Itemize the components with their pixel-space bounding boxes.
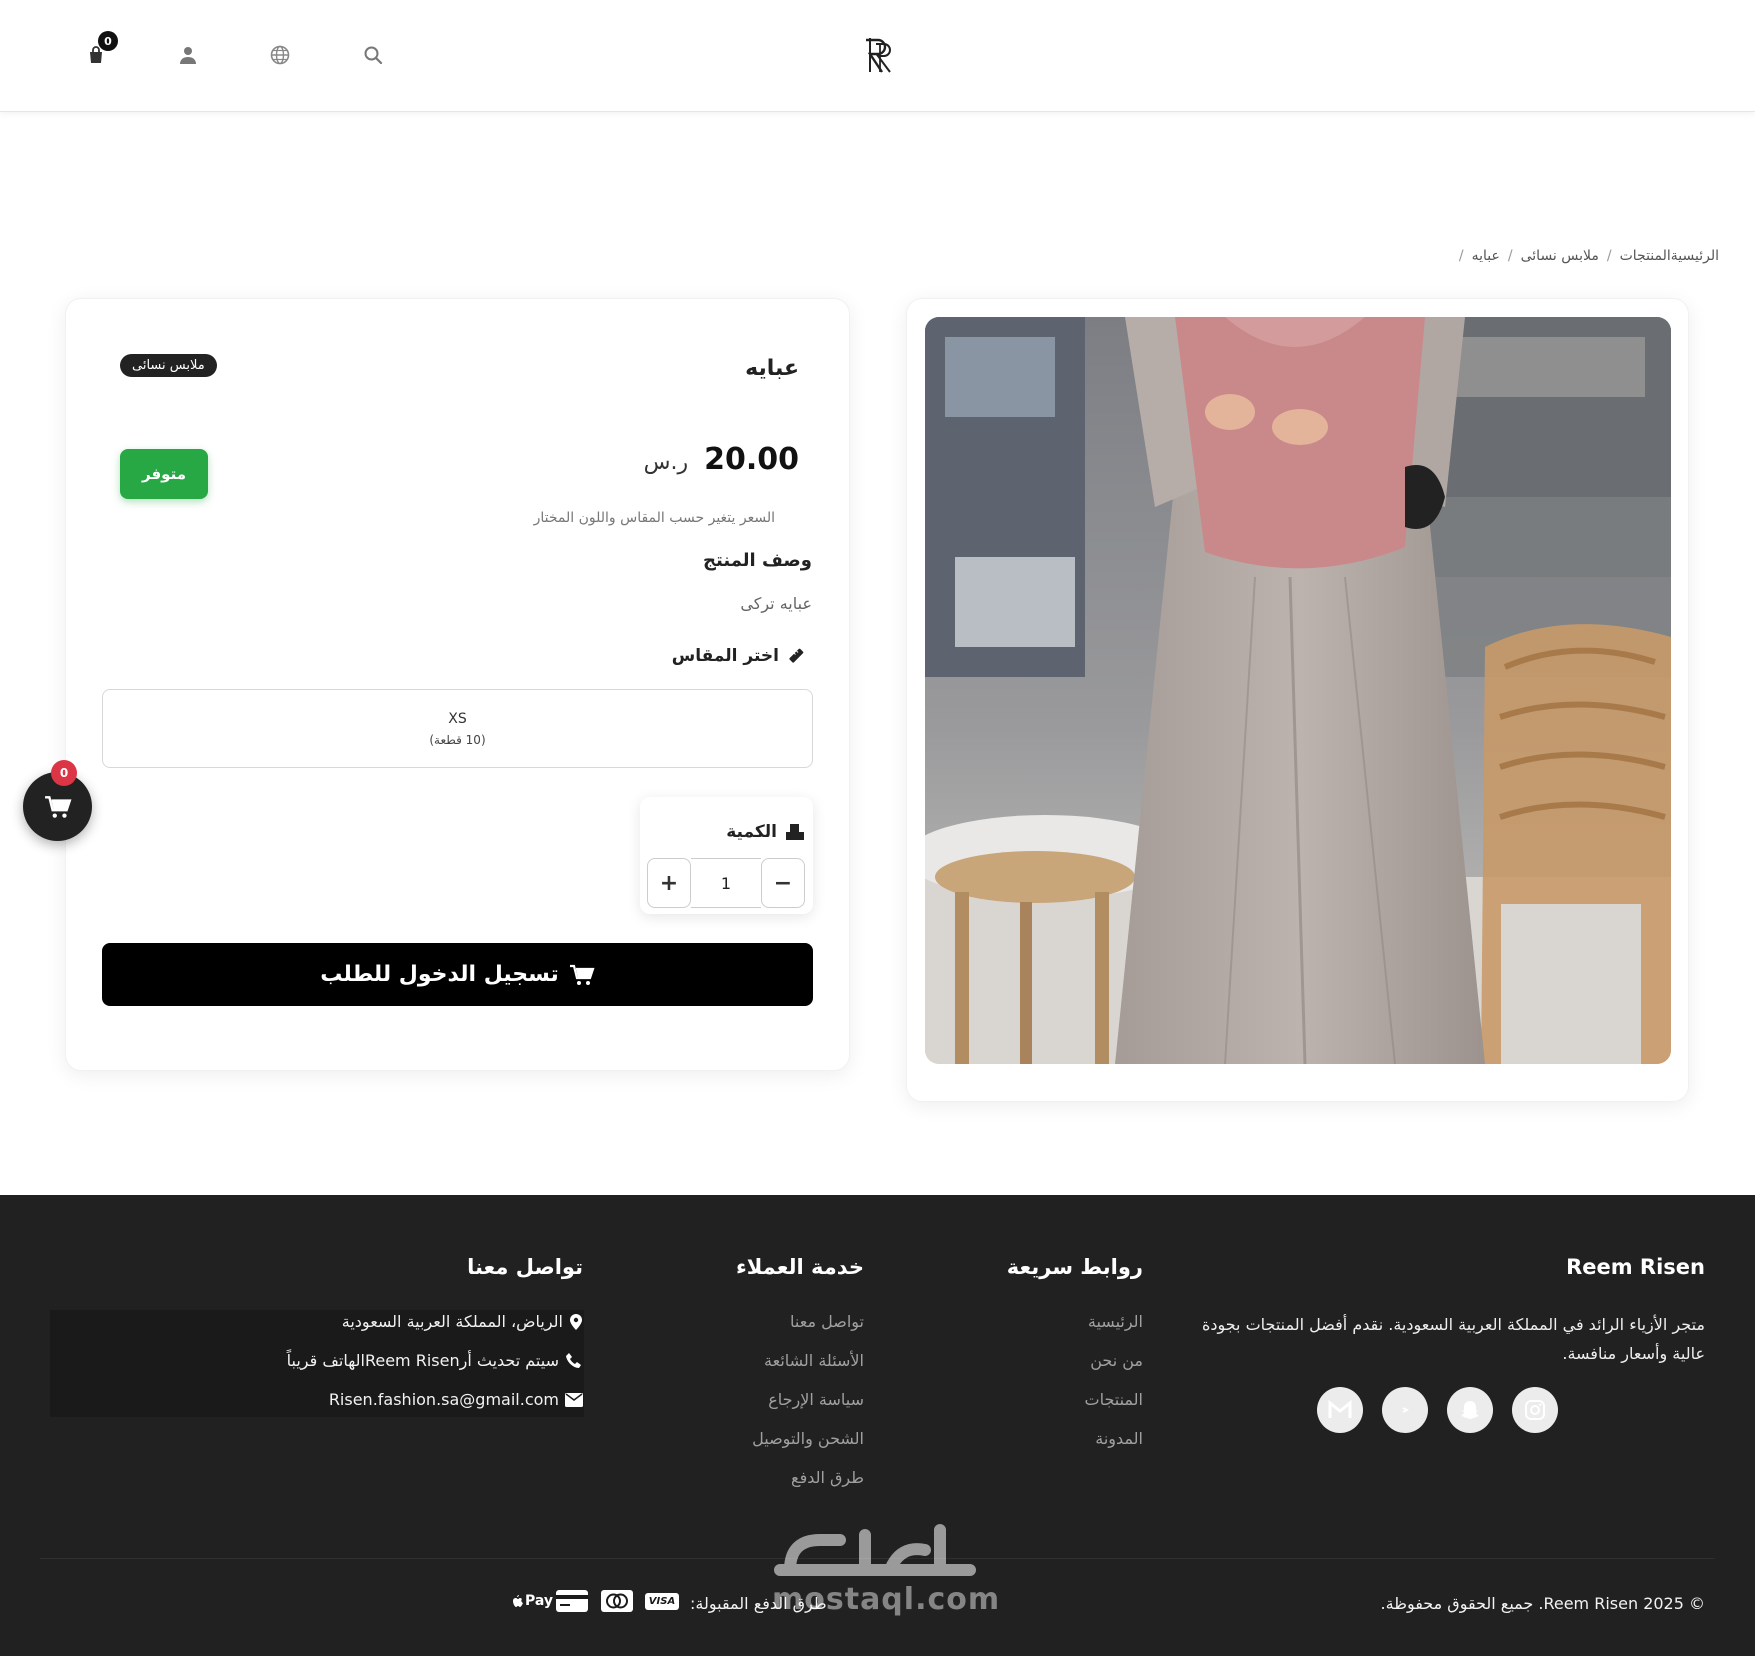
product-title: عبايه	[745, 356, 799, 381]
visa-label: VISA	[644, 1592, 680, 1610]
description-heading: وصف المنتج	[703, 550, 812, 571]
quantity-label: الكمية	[726, 822, 777, 842]
size-heading-label: اختر المقاس	[671, 646, 779, 666]
language-button[interactable]	[262, 37, 298, 73]
login-button-label: تسجيل الدخول للطلب	[320, 962, 559, 987]
gmail-icon	[1328, 1400, 1352, 1418]
size-option-name: XS	[448, 710, 467, 727]
quantity-input[interactable]: 1	[691, 858, 761, 908]
social-snapchat-button[interactable]	[1447, 1387, 1493, 1433]
size-option-xs[interactable]: XS (10 قطعة)	[102, 689, 813, 768]
breadcrumb-separator: /	[1606, 248, 1612, 264]
footer-link-payment-methods[interactable]: طرق الدفع	[791, 1468, 864, 1487]
search-icon	[364, 46, 383, 65]
location-pin-icon	[570, 1313, 582, 1330]
price-note: السعر يتغير حسب المقاس واللون المختار	[533, 510, 775, 526]
product-description: عبايه تركى	[740, 594, 812, 613]
apple-pay-icon: Pay	[512, 1588, 554, 1614]
social-gmail-button[interactable]	[1317, 1387, 1363, 1433]
breadcrumb-separator: /	[1458, 248, 1464, 264]
quantity-heading: الكمية	[726, 822, 805, 842]
breadcrumb: الرئيسيةالمنتجات / ملابس نسائى / عبايه /	[1451, 248, 1719, 264]
footer-link-contact[interactable]: تواصل معنا	[790, 1312, 864, 1331]
user-icon	[180, 47, 196, 64]
footer-link-home[interactable]: الرئيسية	[1088, 1312, 1143, 1331]
price-currency: ر.س	[643, 450, 689, 475]
phone-icon	[566, 1352, 581, 1368]
footer-link-about[interactable]: من نحن	[1090, 1351, 1143, 1370]
mastercard-icon	[600, 1588, 634, 1614]
instagram-icon	[1525, 1400, 1545, 1420]
quick-links-heading: روابط سريعة	[1006, 1255, 1143, 1279]
breadcrumb-separator: /	[1507, 248, 1513, 264]
size-option-stock: (10 قطعة)	[429, 732, 486, 747]
snapchat-icon	[1461, 1401, 1479, 1419]
category-badge[interactable]: ملابس نسائى	[120, 354, 217, 377]
cart-icon	[44, 795, 71, 818]
contact-email-text: Risen.fashion.sa@gmail.com	[328, 1390, 559, 1409]
footer-link-products[interactable]: المنتجات	[1085, 1390, 1144, 1409]
footer-about-text: متجر الأزياء الرائد في المملكة العربية ا…	[1201, 1315, 1705, 1363]
stock-badge: متوفر	[120, 449, 208, 499]
contact-phone-text: سيتم تحديث أرReem Risenالهاتف قريباً	[286, 1351, 559, 1370]
quantity-minus-button[interactable]: −	[761, 858, 805, 908]
envelope-icon	[565, 1392, 583, 1407]
site-footer	[0, 1195, 1755, 1656]
ruler-icon	[789, 648, 804, 663]
price-value: 20.00	[704, 442, 799, 477]
account-button[interactable]	[170, 37, 206, 73]
footer-link-faq[interactable]: الأسئلة الشائعة	[764, 1351, 864, 1370]
boxes-icon	[786, 824, 804, 840]
social-tiktok-button[interactable]	[1382, 1387, 1428, 1433]
product-photo[interactable]	[925, 317, 1671, 1064]
apple-pay-label: Pay	[524, 1593, 554, 1609]
cart-count-badge: 0	[98, 31, 118, 51]
visa-icon: VISA	[644, 1588, 680, 1614]
breadcrumb-home-products[interactable]: الرئيسيةالمنتجات	[1620, 248, 1719, 264]
tiktok-icon	[1402, 1407, 1410, 1413]
quantity-stepper: + 1 −	[647, 858, 805, 908]
brand-logo[interactable]	[858, 32, 898, 78]
footer-link-shipping[interactable]: الشحن والتوصيل	[752, 1429, 864, 1448]
globe-icon	[270, 45, 290, 65]
floating-cart-count: 0	[51, 760, 77, 786]
floating-cart-button[interactable]: 0	[23, 760, 92, 841]
cart-button[interactable]: 0	[78, 31, 118, 73]
breadcrumb-category[interactable]: ملابس نسائى	[1521, 248, 1599, 264]
contact-email[interactable]: Risen.fashion.sa@gmail.com	[329, 1390, 583, 1409]
footer-divider	[40, 1558, 1715, 1559]
search-button[interactable]	[355, 37, 391, 73]
contact-heading: تواصل معنا	[467, 1255, 583, 1279]
product-price: 20.00 ر.س	[644, 442, 799, 477]
payment-methods-label: طرق الدفع المقبولة:	[690, 1594, 827, 1613]
social-instagram-button[interactable]	[1512, 1387, 1558, 1433]
customer-service-heading: خدمة العملاء	[735, 1255, 864, 1279]
footer-link-blog[interactable]: المدونة	[1095, 1429, 1143, 1448]
size-heading: اختر المقاس	[672, 646, 805, 666]
login-to-order-button[interactable]: تسجيل الدخول للطلب	[102, 943, 813, 1006]
footer-link-returns[interactable]: سياسة الإرجاع	[768, 1390, 864, 1409]
cart-icon	[569, 964, 595, 985]
apple-logo-icon	[512, 1595, 523, 1607]
contact-phone: سيتم تحديث أرReem Risenالهاتف قريباً	[287, 1351, 583, 1370]
copyright-text: © 2025 Reem Risen. جميع الحقوق محفوظة.	[1380, 1594, 1705, 1613]
contact-address-text: الرياض، المملكة العربية السعودية	[341, 1312, 563, 1331]
contact-address: الرياض، المملكة العربية السعودية	[342, 1312, 583, 1331]
footer-brand-heading: Reem Risen	[1566, 1255, 1705, 1279]
credit-card-icon	[555, 1588, 589, 1614]
breadcrumb-current: عبايه	[1471, 248, 1500, 264]
quantity-plus-button[interactable]: +	[647, 858, 691, 908]
